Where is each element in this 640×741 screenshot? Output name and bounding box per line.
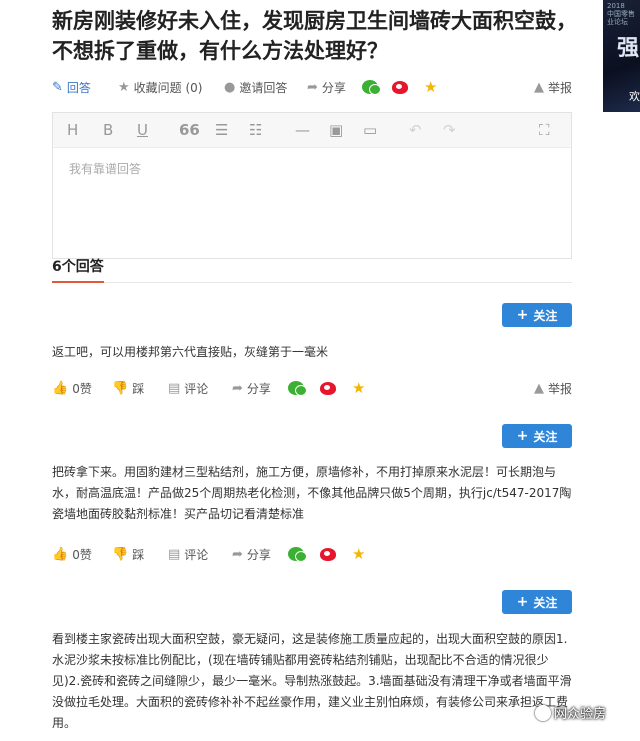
share-icon: ➦: [232, 546, 243, 562]
wechat-share-button[interactable]: [288, 544, 307, 564]
star-icon: ★: [424, 78, 438, 96]
answers-count: 6个回答: [52, 259, 104, 275]
comment-button[interactable]: ▤ 评论: [168, 544, 208, 564]
weibo-icon: [392, 80, 408, 94]
heading-tool[interactable]: H: [67, 121, 78, 139]
star-button[interactable]: ★: [352, 378, 365, 398]
quote-tool[interactable]: 66: [179, 121, 200, 139]
follow-button[interactable]: + 关注: [502, 590, 572, 614]
thumbs-up-icon: 👍: [52, 546, 69, 562]
divider-icon[interactable]: —: [295, 121, 310, 139]
banner-big-char: 强: [617, 36, 640, 61]
answers-tab-underline: [52, 281, 104, 283]
comment-icon: ▤: [168, 546, 181, 562]
video-icon[interactable]: ▭: [363, 121, 377, 139]
dislike-button[interactable]: 👎 踩: [112, 378, 144, 398]
side-banner-ad[interactable]: 2018 中国零售业论坛 强 欢: [603, 0, 640, 112]
weibo-icon: [320, 547, 336, 561]
answer-editor[interactable]: H B U 66 ☰ ☷ — ▣ ▭ ↶ ↷ ⛶ 我有靠谱回答: [52, 112, 572, 259]
comment-icon: ▤: [168, 380, 181, 396]
fullscreen-icon[interactable]: ⛶: [539, 121, 550, 139]
question-actions: ✎ 回答 ★ 收藏问题 (0) ● 邀请回答 ➦ 分享 ★ ▲ 举报: [52, 77, 572, 97]
warning-icon: ▲: [534, 380, 544, 396]
underline-tool[interactable]: U: [137, 121, 148, 139]
wechat-icon: [288, 381, 307, 396]
image-icon[interactable]: ▣: [329, 121, 343, 139]
bold-tool[interactable]: B: [103, 121, 113, 139]
thumbs-down-icon: 👎: [112, 380, 129, 396]
follow-button[interactable]: + 关注: [502, 303, 572, 327]
watermark: 网众验房: [535, 703, 606, 722]
banner-forum: 中国零售业论坛: [607, 10, 635, 26]
pencil-icon: ✎: [52, 79, 63, 95]
star-icon: ★: [352, 545, 366, 563]
weibo-share-button[interactable]: [392, 77, 408, 97]
answer-actions: 👍 0赞 👎 踩 ▤ 评论 ➦ 分享 ★ ▲ 举报: [52, 378, 572, 398]
unordered-list-icon[interactable]: ☷: [249, 121, 262, 139]
invite-answer-button[interactable]: ● 邀请回答: [224, 77, 287, 97]
answer-text: 看到楼主家瓷砖出现大面积空鼓，豪无疑问，这是装修施工质量应起的，出现大面积空鼓的…: [52, 632, 572, 730]
comment-button[interactable]: ▤ 评论: [168, 378, 208, 398]
plus-icon: +: [516, 428, 529, 444]
user-icon: ●: [224, 79, 236, 95]
editor-input[interactable]: 我有靠谱回答: [53, 148, 571, 189]
redo-icon[interactable]: ↷: [443, 121, 456, 139]
favorite-question-button[interactable]: ★ 收藏问题 (0): [118, 77, 202, 97]
answer-text: 返工吧，可以用楼邦第六代直接贴，灰缝第于一毫米: [52, 345, 329, 359]
banner-year: 2018: [607, 2, 625, 10]
weibo-share-button[interactable]: [320, 544, 336, 564]
undo-icon[interactable]: ↶: [409, 121, 422, 139]
editor-toolbar: H B U 66 ☰ ☷ — ▣ ▭ ↶ ↷ ⛶: [53, 113, 571, 148]
question-title: 新房刚装修好未入住，发现厨房卫生间墙砖大面积空鼓，不想拆了重做，有什么方法处理好…: [52, 9, 577, 63]
share-button[interactable]: ➦ 分享: [232, 378, 271, 398]
plus-icon: +: [516, 594, 529, 610]
watermark-logo-icon: [535, 704, 551, 721]
report-button[interactable]: ▲ 举报: [534, 77, 572, 97]
star-icon: ★: [352, 379, 366, 397]
wechat-share-button[interactable]: [288, 378, 307, 398]
answer-text: 把砖拿下来。用固豹建材三型粘结剂，施工方便，原墙修补，不用打掉原来水泥层！可长期…: [52, 465, 572, 521]
banner-sub-char: 欢: [629, 90, 640, 103]
follow-button[interactable]: + 关注: [502, 424, 572, 448]
report-button[interactable]: ▲ 举报: [534, 378, 572, 398]
divider: [52, 282, 572, 283]
star-button[interactable]: ★: [424, 77, 437, 97]
plus-icon: +: [516, 307, 529, 323]
wechat-share-button[interactable]: [362, 77, 381, 97]
star-button[interactable]: ★: [352, 544, 365, 564]
weibo-icon: [320, 381, 336, 395]
dislike-button[interactable]: 👎 踩: [112, 544, 144, 564]
share-icon: ➦: [307, 79, 318, 95]
star-outline-icon: ★: [118, 79, 130, 95]
share-button[interactable]: ➦ 分享: [232, 544, 271, 564]
wechat-icon: [362, 80, 381, 95]
warning-icon: ▲: [534, 79, 544, 95]
thumbs-down-icon: 👎: [112, 546, 129, 562]
answer-link[interactable]: ✎ 回答: [52, 77, 91, 97]
answer-actions: 👍 0赞 👎 踩 ▤ 评论 ➦ 分享 ★: [52, 544, 572, 564]
weibo-share-button[interactable]: [320, 378, 336, 398]
like-button[interactable]: 👍 0赞: [52, 544, 92, 564]
thumbs-up-icon: 👍: [52, 380, 69, 396]
share-button[interactable]: ➦ 分享: [307, 77, 346, 97]
ordered-list-icon[interactable]: ☰: [215, 121, 228, 139]
share-icon: ➦: [232, 380, 243, 396]
like-button[interactable]: 👍 0赞: [52, 378, 92, 398]
wechat-icon: [288, 547, 307, 562]
